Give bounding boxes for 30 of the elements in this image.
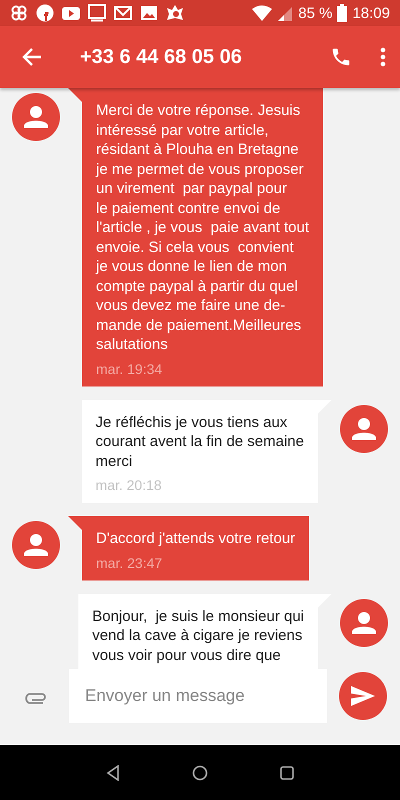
message-timestamp: mar. 19:34: [96, 360, 164, 376]
message-text: Bonjour, je suis le monsieur qui vend la cave à cigare je reviens vous voir pour vous dire que: [92, 606, 304, 665]
message-timestamp: mar. 23:47: [96, 554, 164, 570]
wifi-icon: [252, 5, 272, 21]
send-button[interactable]: [339, 672, 387, 720]
message-timestamp: mar. 20:18: [96, 477, 163, 493]
avatar-icon: [340, 598, 388, 646]
message-text: Je réfléchis je vous tiens aux courant avent la fin de semaine merci: [96, 412, 304, 471]
message-text: Merci de votre réponse. Jesuis intéressé par votre article, résidant à Plouha en Bretagne je me permet de vous proposer un virement par paypal pour le paiement contre envoi de l'article , je vous paie avant tout envoie. Si cela vous convient je vous donne le lien de mon compte paypal à partir du quel vous devez me faire une de- mande de paiement.Meilleures salutations: [96, 101, 309, 354]
avatar-icon: [12, 521, 60, 569]
message-text: D'accord j'attends votre retour: [96, 529, 296, 548]
image-icon: [140, 4, 158, 22]
more-options-icon[interactable]: [380, 47, 386, 67]
avatar-icon: [340, 404, 388, 452]
phone-icon[interactable]: [330, 46, 352, 68]
clock: 18:09: [352, 4, 390, 22]
avatar-icon: [12, 93, 60, 141]
back-icon[interactable]: [106, 764, 120, 780]
mail-icon: [114, 4, 132, 22]
paperclip-icon[interactable]: [24, 690, 48, 704]
facebook-icon: [36, 4, 54, 22]
contact-phone-number: +33 6 44 68 05 06: [80, 46, 243, 68]
send-icon: [351, 686, 375, 706]
play-icon: [62, 4, 80, 22]
message-input-field[interactable]: Envoyer un message: [69, 669, 327, 723]
back-arrow-icon[interactable]: [22, 47, 42, 67]
home-icon[interactable]: [192, 764, 208, 780]
battery-icon: [337, 4, 348, 22]
recents-icon[interactable]: [280, 766, 294, 780]
battery-percent: 85 %: [298, 4, 332, 22]
